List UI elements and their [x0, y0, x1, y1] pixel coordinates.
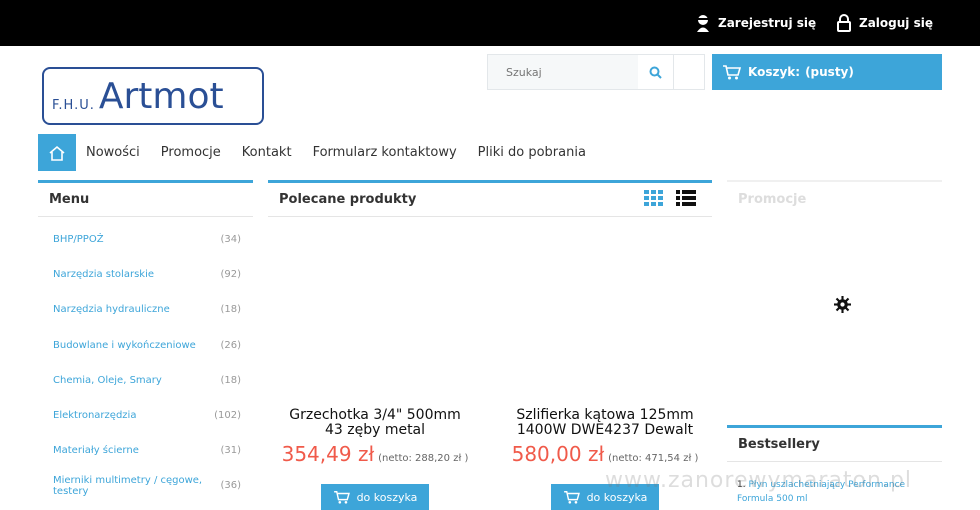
bestsellers-heading: Bestsellery — [727, 425, 942, 462]
product-net-price: (netto: 288,20 zł ) — [378, 453, 469, 464]
search-input[interactable] — [488, 55, 638, 89]
menu-item-count: (18) — [220, 304, 241, 316]
product-name-line1[interactable]: Grzechotka 3/4" 500mm — [275, 408, 475, 423]
menu-item[interactable]: Elektronarzędzia (102) — [38, 398, 253, 433]
menu-heading: Menu — [38, 180, 253, 217]
nav-item-nowosci[interactable]: Nowości — [86, 145, 140, 160]
menu-item-count: (26) — [220, 339, 241, 351]
list-view-icon[interactable] — [676, 190, 696, 206]
product-card[interactable]: Szlifierka kątowa 125mm 1400W DWE4237 De… — [505, 408, 705, 467]
grid-view-icon[interactable] — [644, 190, 663, 206]
menu-item-count: (92) — [220, 269, 241, 281]
menu-item-label: Budowlane i wykończeniowe — [53, 339, 196, 351]
cart-icon — [563, 491, 580, 504]
menu-item[interactable]: Mierniki multimetry / cęgowe, testery (36… — [38, 468, 253, 503]
category-menu: BHP/PPOŻ (34) Narzędzia stolarskie (92) Na… — [38, 222, 253, 504]
nav-item-pliki[interactable]: Pliki do pobrania — [478, 145, 586, 160]
register-label: Zarejestruj się — [718, 16, 817, 30]
watermark-text: www.zanorewymaraton.pl — [605, 468, 913, 493]
menu-item[interactable]: Chemia, Oleje, Smary (18) — [38, 363, 253, 398]
user-icon — [697, 15, 709, 32]
add-to-cart-button[interactable]: do koszyka — [321, 484, 429, 510]
menu-item-count: (36) — [220, 480, 241, 492]
menu-item[interactable]: BHP/PPOŻ (34) — [38, 222, 253, 257]
menu-item-label: Mierniki multimetry / cęgowe, testery — [53, 474, 203, 497]
product-price-row: 354,49 zł (netto: 288,20 zł ) — [275, 442, 475, 466]
search-button[interactable] — [638, 55, 674, 89]
menu-item-label: Elektronarzędzia — [53, 410, 137, 422]
cart-status: (pusty) — [805, 65, 854, 79]
product-name-line2[interactable]: 1400W DWE4237 Dewalt — [505, 423, 705, 438]
cart-icon — [333, 491, 350, 504]
site-logo[interactable]: F.H.U. Artmot — [42, 67, 264, 125]
menu-item[interactable]: Materiały ścierne (31) — [38, 433, 253, 468]
search-bar — [487, 54, 705, 90]
product-price-row: 580,00 zł (netto: 471,54 zł ) — [505, 442, 705, 466]
menu-item-label: Narzędzia stolarskie — [53, 269, 155, 281]
home-button[interactable] — [38, 134, 76, 171]
product-price: 354,49 zł — [281, 442, 375, 466]
menu-item-label: BHP/PPOŻ — [53, 234, 104, 246]
menu-item-count: (102) — [214, 410, 241, 422]
search-spacer — [674, 55, 704, 89]
menu-item-count: (18) — [220, 374, 241, 386]
product-card[interactable]: Grzechotka 3/4" 500mm 43 zęby metal 354,… — [275, 408, 475, 467]
featured-title: Polecane produkty — [279, 192, 417, 207]
menu-item[interactable]: Narzędzia hydrauliczne (18) — [38, 292, 253, 327]
cart-icon — [723, 65, 742, 80]
login-link[interactable]: Zaloguj się — [837, 14, 933, 32]
logo-big-text: Artmot — [98, 76, 224, 117]
menu-item-label: Narzędzia hydrauliczne — [53, 304, 170, 316]
nav-item-formularz[interactable]: Formularz kontaktowy — [313, 145, 457, 160]
search-icon — [649, 66, 662, 79]
product-name-line2[interactable]: 43 zęby metal — [275, 423, 475, 438]
bestseller-title-line2[interactable]: Formula 500 ml — [737, 494, 808, 504]
lock-icon — [837, 14, 851, 32]
home-icon — [49, 145, 65, 161]
top-bar: Zarejestruj się Zaloguj się — [0, 0, 980, 46]
nav-item-kontakt[interactable]: Kontakt — [242, 145, 292, 160]
loading-gear-icon — [834, 296, 851, 313]
product-name-line1[interactable]: Szlifierka kątowa 125mm — [505, 408, 705, 423]
cart-label: Koszyk: — [748, 65, 801, 79]
register-link[interactable]: Zarejestruj się — [696, 14, 816, 32]
menu-item-label: Materiały ścierne — [53, 445, 139, 457]
main-nav: Nowości Promocje Kontakt Formularz konta… — [38, 134, 607, 171]
menu-item[interactable]: Budowlane i wykończeniowe (26) — [38, 328, 253, 363]
product-net-price: (netto: 471,54 zł ) — [608, 453, 699, 464]
view-switcher — [644, 190, 696, 206]
menu-item-count: (31) — [220, 445, 241, 457]
menu-item-label: Chemia, Oleje, Smary — [53, 374, 162, 386]
menu-item[interactable]: Narzędzia stolarskie (92) — [38, 257, 253, 292]
login-label: Zaloguj się — [859, 16, 933, 30]
logo-small-text: F.H.U. — [52, 98, 95, 113]
promo-heading: Promocje — [727, 180, 942, 217]
menu-item-count: (34) — [220, 234, 241, 246]
cart-button[interactable]: Koszyk: (pusty) — [712, 54, 942, 90]
nav-item-promocje[interactable]: Promocje — [161, 145, 221, 160]
product-price: 580,00 zł — [511, 442, 605, 466]
add-to-cart-label: do koszyka — [356, 490, 418, 504]
